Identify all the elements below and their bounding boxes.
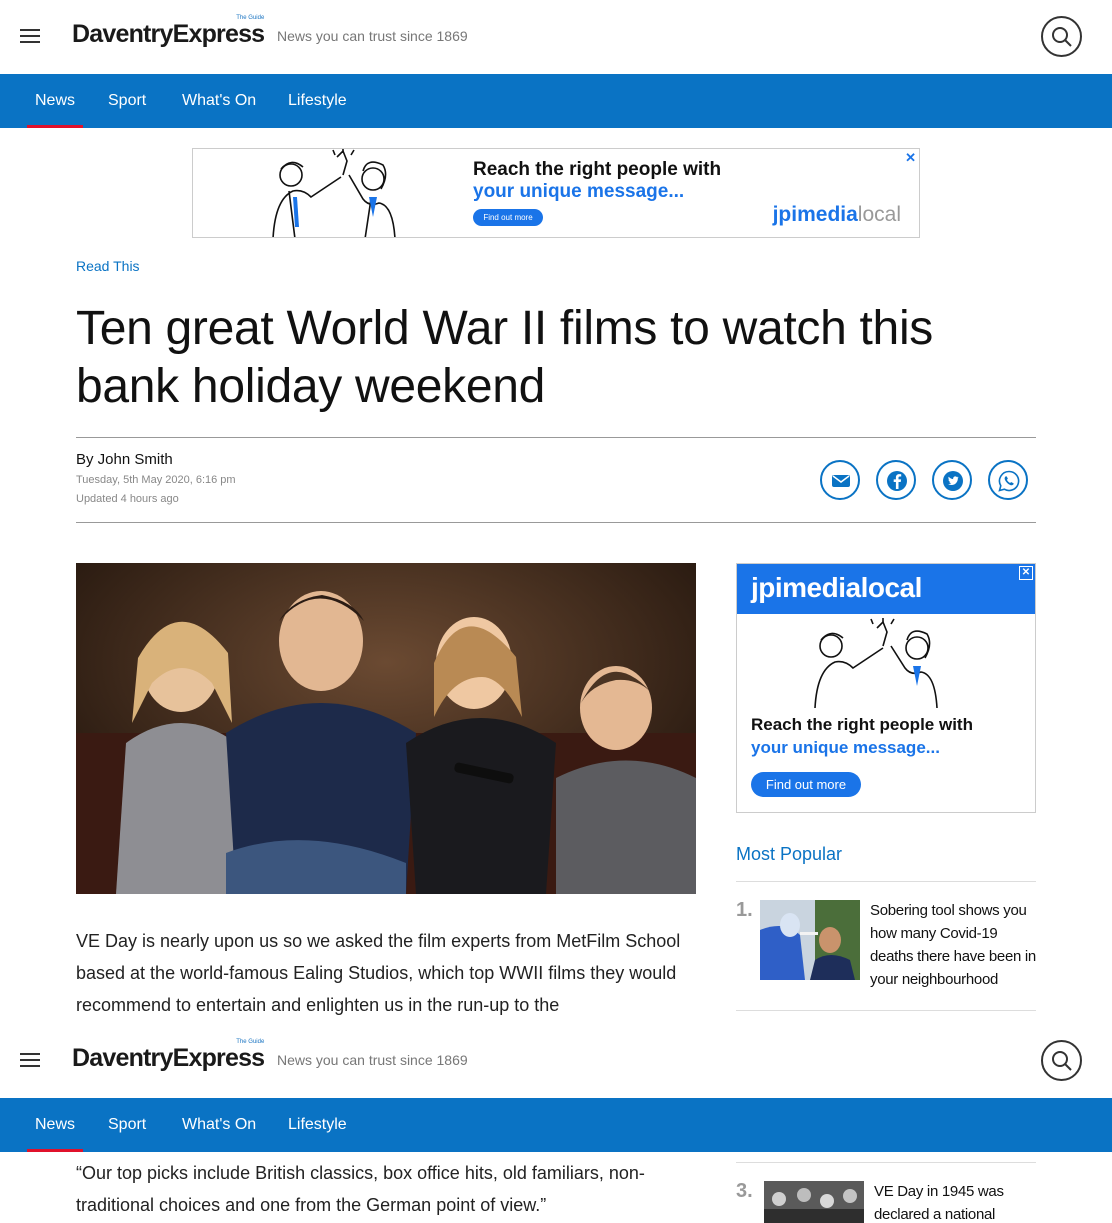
ad-cta-button[interactable]: Find out more xyxy=(751,772,861,797)
ad-close-icon[interactable]: ✕ xyxy=(1019,566,1033,580)
divider xyxy=(76,437,1036,438)
search-button[interactable] xyxy=(1041,1040,1082,1081)
ad-headline: Reach the right people with xyxy=(751,715,973,734)
high-five-illustration xyxy=(272,149,396,237)
main-nav: News Sport What's On Lifestyle xyxy=(0,74,1112,128)
most-popular-headline[interactable]: Sobering tool shows you how many Covid-1… xyxy=(870,899,1036,991)
author-byline[interactable]: By John Smith xyxy=(76,451,173,468)
ad-subheadline: your unique message... xyxy=(751,738,940,757)
family-watching-tv-photo xyxy=(76,563,696,894)
most-popular-rank: 1. xyxy=(736,899,753,921)
menu-icon[interactable] xyxy=(20,29,40,45)
divider xyxy=(736,1010,1036,1011)
most-popular-headline[interactable]: VE Day in 1945 was declared a national xyxy=(874,1180,1040,1223)
site-logo[interactable]: DaventryExpress The Guide xyxy=(72,1039,265,1073)
nav-item-whats-on[interactable]: What's On xyxy=(182,1098,256,1152)
article-paragraph: VE Day is nearly upon us so we asked the… xyxy=(76,931,681,1015)
nav-item-sport[interactable]: Sport xyxy=(108,74,146,128)
share-email-button[interactable] xyxy=(820,460,860,500)
article-paragraph: “Our top picks include British classics,… xyxy=(76,1163,645,1215)
share-whatsapp-button[interactable] xyxy=(988,460,1028,500)
section-link[interactable]: Read This xyxy=(76,258,140,274)
high-five-illustration xyxy=(814,618,938,709)
publish-date: Tuesday, 5th May 2020, 6:16 pm xyxy=(76,474,236,486)
nav-item-lifestyle[interactable]: Lifestyle xyxy=(288,74,347,128)
share-twitter-button[interactable] xyxy=(932,460,972,500)
nav-item-news[interactable]: News xyxy=(26,74,84,128)
ad-close-icon[interactable]: ✕ xyxy=(905,150,916,166)
site-header: DaventryExpress The Guide News you can tr… xyxy=(0,0,1112,74)
twitter-icon xyxy=(943,471,963,491)
covid-test-photo xyxy=(760,900,860,980)
search-icon xyxy=(1052,27,1072,47)
sticky-nav: News Sport What's On Lifestyle xyxy=(0,1098,1112,1152)
email-icon xyxy=(832,475,850,487)
ve-day-photo xyxy=(764,1181,864,1223)
search-icon xyxy=(1052,1051,1072,1071)
most-popular-heading: Most Popular xyxy=(736,844,843,864)
ad-subheadline: your unique message... xyxy=(473,181,685,202)
nav-item-news[interactable]: News xyxy=(26,1098,84,1152)
nav-item-sport[interactable]: Sport xyxy=(108,1098,146,1152)
site-tagline: News you can trust since 1869 xyxy=(277,1052,468,1068)
most-popular-rank: 3. xyxy=(736,1180,753,1202)
ad-headline: Reach the right people with xyxy=(473,159,722,180)
search-button[interactable] xyxy=(1041,16,1082,57)
sidebar-ad[interactable]: jpimedialocal ✕ Reach the right people w… xyxy=(736,563,1036,813)
divider xyxy=(736,1162,1036,1163)
share-facebook-button[interactable] xyxy=(876,460,916,500)
site-tagline: News you can trust since 1869 xyxy=(277,28,468,44)
divider xyxy=(76,522,1036,523)
nav-item-lifestyle[interactable]: Lifestyle xyxy=(288,1098,347,1152)
divider xyxy=(736,881,1036,882)
facebook-icon xyxy=(887,471,907,491)
hero-image xyxy=(76,563,696,894)
most-popular-thumbnail[interactable] xyxy=(764,1181,864,1223)
sticky-header: DaventryExpress The Guide News you can tr… xyxy=(0,1024,1112,1098)
ad-brand: jpimedialocal xyxy=(772,203,901,226)
leaderboard-ad[interactable]: ✕ Reach the right people with your uniqu… xyxy=(192,148,920,238)
most-popular-thumbnail[interactable] xyxy=(760,900,860,980)
updated-time: Updated 4 hours ago xyxy=(76,493,179,505)
menu-icon[interactable] xyxy=(20,1053,40,1069)
ad-cta-button[interactable]: Find out more xyxy=(473,209,543,226)
article-title: Ten great World War II films to watch th… xyxy=(76,302,934,413)
site-logo[interactable]: DaventryExpress The Guide xyxy=(72,15,265,49)
ad-brand: jpimedialocal xyxy=(751,572,922,603)
whatsapp-icon xyxy=(998,470,1020,492)
nav-item-whats-on[interactable]: What's On xyxy=(182,74,256,128)
